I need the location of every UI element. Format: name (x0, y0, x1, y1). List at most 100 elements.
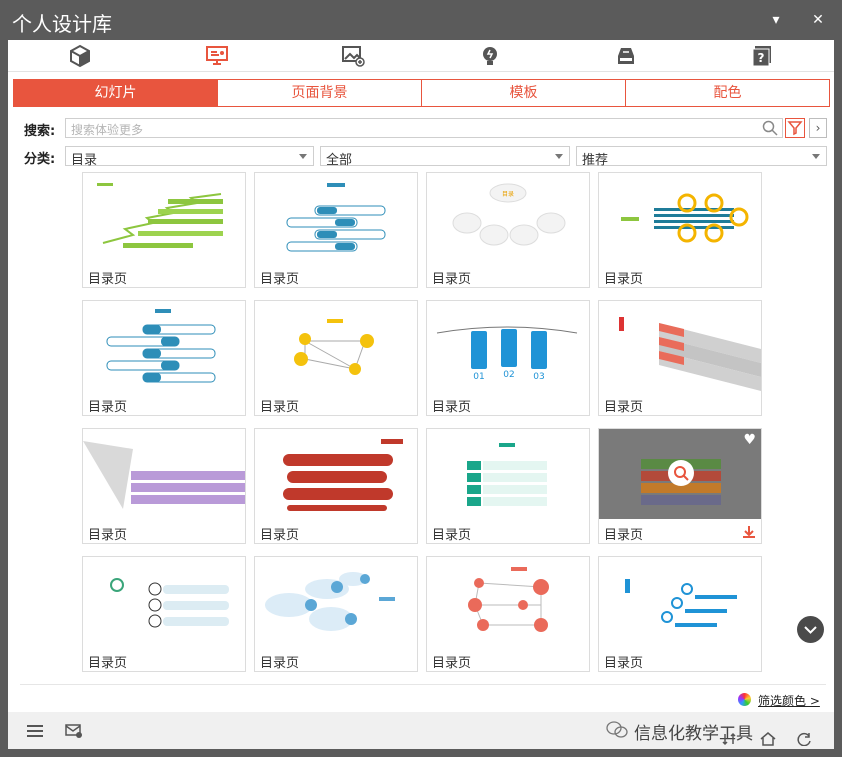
chevron-down-icon (555, 154, 563, 159)
content-type-tabs: 幻灯片 页面背景 模板 配色 (13, 79, 830, 107)
card-caption: 目录页 (88, 272, 128, 287)
template-card[interactable]: 目录页 (254, 428, 418, 544)
template-card[interactable]: 目录页 (426, 428, 590, 544)
tab-slides[interactable]: 幻灯片 (14, 80, 217, 106)
template-thumbnail (467, 443, 547, 506)
search-label: 搜索: (24, 124, 56, 139)
category-label: 分类: (24, 152, 56, 167)
refresh-icon[interactable] (796, 732, 812, 746)
card-caption: 目录页 (432, 272, 472, 287)
card-caption: 目录页 (260, 400, 300, 415)
template-thumbnail (468, 567, 549, 632)
template-thumbnail (283, 439, 403, 511)
card-caption: 目录页 (432, 656, 472, 671)
template-thumbnail (619, 317, 761, 391)
tab-page-background[interactable]: 页面背景 (217, 80, 421, 106)
svg-text:?: ? (758, 51, 765, 65)
template-card[interactable]: 目录 目录页 (426, 172, 590, 288)
template-card[interactable]: 目录页 (598, 556, 762, 672)
card-caption: 目录页 (432, 528, 472, 543)
template-card[interactable]: 目录页 (254, 300, 418, 416)
favorite-heart-icon[interactable]: ♥ (743, 432, 756, 448)
card-caption: 目录页 (432, 400, 472, 415)
template-thumbnail (265, 572, 395, 631)
card-caption: 目录页 (88, 528, 128, 543)
search-input[interactable]: 搜索体验更多 (65, 118, 783, 138)
card-caption: 目录页 (260, 528, 300, 543)
template-card[interactable]: 目录页 (426, 556, 590, 672)
sort-select[interactable]: 推荐 (576, 146, 827, 168)
close-button[interactable]: ✕ (808, 10, 828, 30)
template-thumbnail (621, 193, 749, 243)
category-icon-bar: ? (8, 40, 834, 72)
design-library-window: 个人设计库 ▾ ✕ ? 幻灯片 页面背景 模板 配色 搜索: 搜索体验更多 › … (0, 0, 842, 757)
card-caption: 目录页 (604, 272, 644, 287)
card-caption: 目录页 (604, 400, 644, 415)
card-caption: 目录页 (604, 528, 644, 543)
svg-text:02: 02 (503, 370, 514, 380)
template-thumbnail (106, 309, 216, 383)
chevron-down-icon (804, 626, 817, 634)
svg-text:目录: 目录 (502, 190, 514, 198)
filter-button[interactable] (785, 118, 805, 138)
download-icon[interactable] (742, 525, 756, 539)
card-caption: 目录页 (260, 656, 300, 671)
template-card[interactable]: 目录页 (598, 172, 762, 288)
divider (20, 684, 826, 685)
collapse-button[interactable]: ▾ (766, 10, 786, 30)
template-card[interactable]: 目录页 (82, 300, 246, 416)
template-thumbnail (625, 579, 737, 627)
lightbulb-icon[interactable] (478, 44, 502, 68)
scope-select[interactable]: 全部 (320, 146, 570, 168)
title-bar: 个人设计库 ▾ ✕ (0, 0, 842, 40)
image-add-icon[interactable] (341, 44, 365, 68)
template-card[interactable]: 目录页 (598, 300, 762, 416)
template-thumbnail (110, 578, 229, 628)
help-book-icon[interactable]: ? (750, 44, 774, 68)
sort-value: 推荐 (582, 153, 609, 168)
svg-text:01: 01 (473, 372, 484, 382)
template-thumbnail (286, 183, 386, 252)
template-card[interactable]: 目录页 (82, 172, 246, 288)
card-caption: 目录页 (604, 656, 644, 671)
wechat-icon (606, 721, 628, 738)
chevron-down-icon (299, 154, 307, 159)
magnifier-icon (674, 466, 689, 481)
template-card[interactable]: 目录页 (254, 556, 418, 672)
next-button[interactable]: › (809, 118, 827, 138)
card-caption: 目录页 (260, 272, 300, 287)
template-thumbnail (83, 441, 245, 509)
window-title: 个人设计库 (12, 12, 112, 36)
template-card-hovered[interactable]: ♥ 目录页 (598, 428, 762, 544)
storage-icon[interactable] (614, 44, 638, 68)
color-wheel-icon (738, 693, 751, 706)
template-card[interactable]: 目录页 (82, 428, 246, 544)
tab-templates[interactable]: 模板 (421, 80, 625, 106)
card-caption: 目录页 (88, 400, 128, 415)
template-card[interactable]: 目录页 (82, 556, 246, 672)
template-thumbnail (97, 183, 223, 248)
tab-color-schemes[interactable]: 配色 (625, 80, 829, 106)
preview-zoom-button[interactable] (668, 460, 694, 486)
mail-settings-icon[interactable] (65, 723, 83, 739)
chevron-down-icon (812, 154, 820, 159)
template-thumbnail (294, 319, 374, 375)
scroll-down-button[interactable] (797, 616, 824, 643)
category-select[interactable]: 目录 (65, 146, 314, 168)
sort-icon[interactable] (722, 732, 736, 746)
template-thumbnail: 目录 (452, 183, 566, 246)
template-card[interactable]: 目录页 (254, 172, 418, 288)
home-icon[interactable] (760, 732, 776, 746)
color-filter-link[interactable]: 筛选颜色 > (758, 692, 820, 709)
footer-bar: 信息化教学工具 (8, 712, 834, 749)
scope-value: 全部 (326, 153, 353, 168)
cube-icon[interactable] (68, 44, 92, 68)
funnel-icon (787, 121, 803, 136)
search-placeholder: 搜索体验更多 (71, 123, 144, 137)
menu-icon[interactable] (26, 724, 44, 738)
search-icon[interactable] (762, 120, 778, 136)
template-card[interactable]: 01 02 03 目录页 (426, 300, 590, 416)
presentation-icon[interactable] (205, 44, 229, 68)
category-value: 目录 (71, 153, 98, 168)
template-thumbnail: 01 02 03 (436, 326, 578, 382)
